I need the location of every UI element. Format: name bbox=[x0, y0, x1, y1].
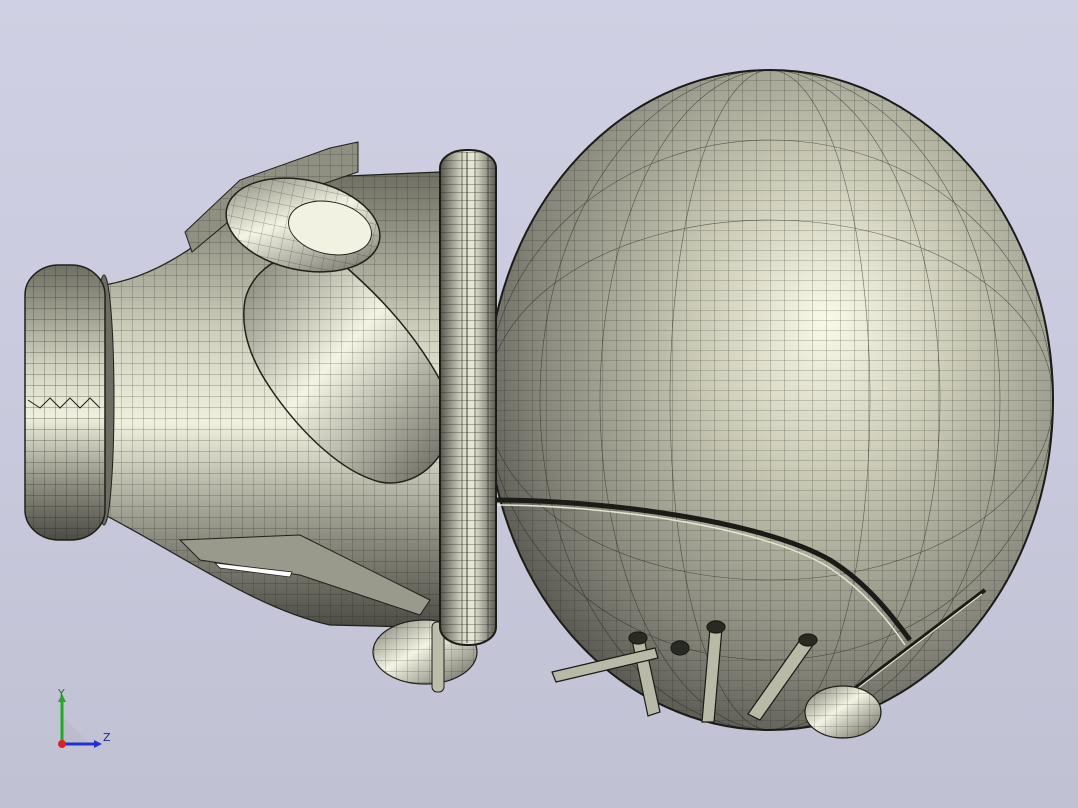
z-axis-label: Z bbox=[103, 731, 111, 744]
spherical-tank bbox=[486, 69, 1054, 731]
cad-3d-viewport[interactable]: Y Z bbox=[0, 0, 1078, 808]
wireframe-model[interactable] bbox=[0, 0, 1078, 808]
center-ring bbox=[439, 149, 497, 646]
inlet-cylinder bbox=[24, 264, 115, 541]
y-axis-label: Y bbox=[58, 687, 65, 700]
lower-right-pod bbox=[804, 685, 882, 739]
